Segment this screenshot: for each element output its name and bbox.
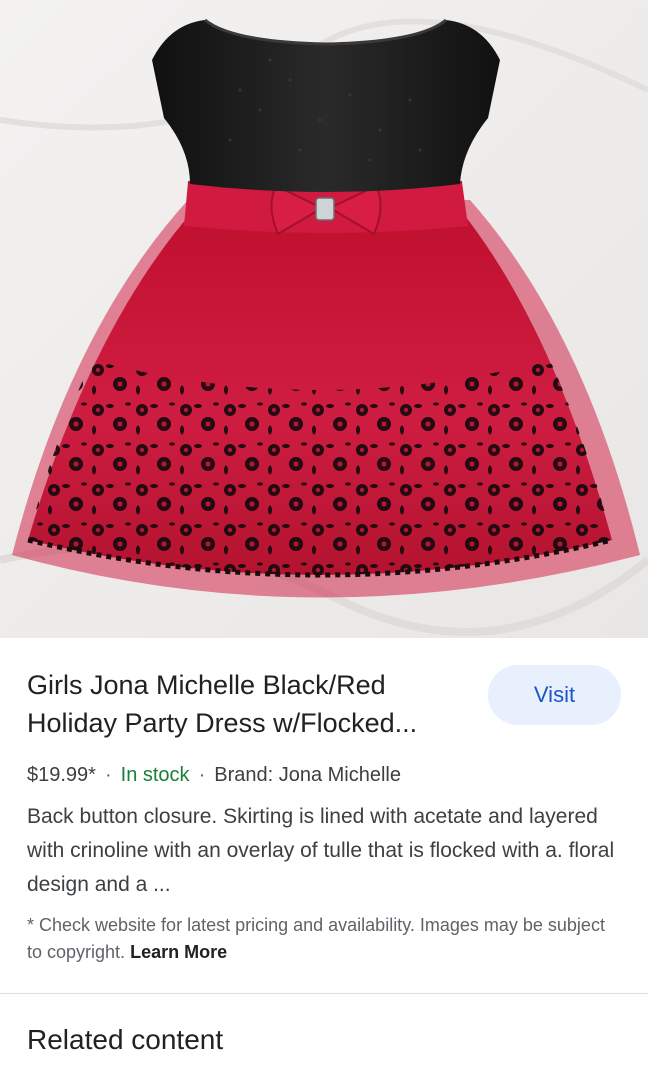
product-title[interactable]: Girls Jona Michelle Black/Red Holiday Pa… <box>27 666 477 742</box>
product-meta: $19.99* · In stock · Brand: Jona Michelle <box>27 760 401 790</box>
divider <box>0 993 648 994</box>
product-image[interactable] <box>0 0 648 638</box>
separator-dot: · <box>198 764 206 786</box>
product-description: Back button closure. Skirting is lined w… <box>27 805 615 896</box>
visit-button[interactable]: Visit <box>488 665 621 725</box>
related-content-heading: Related content <box>27 1024 224 1055</box>
price: $19.99* <box>27 764 96 786</box>
separator-dot: · <box>104 764 112 786</box>
disclaimer: * Check website for latest pricing and a… <box>27 912 617 966</box>
disclaimer-text: * Check website for latest pricing and a… <box>27 915 605 962</box>
stock-status: In stock <box>120 764 190 786</box>
brand: Brand: Jona Michelle <box>214 764 402 786</box>
learn-more-link[interactable]: Learn More <box>130 942 227 962</box>
